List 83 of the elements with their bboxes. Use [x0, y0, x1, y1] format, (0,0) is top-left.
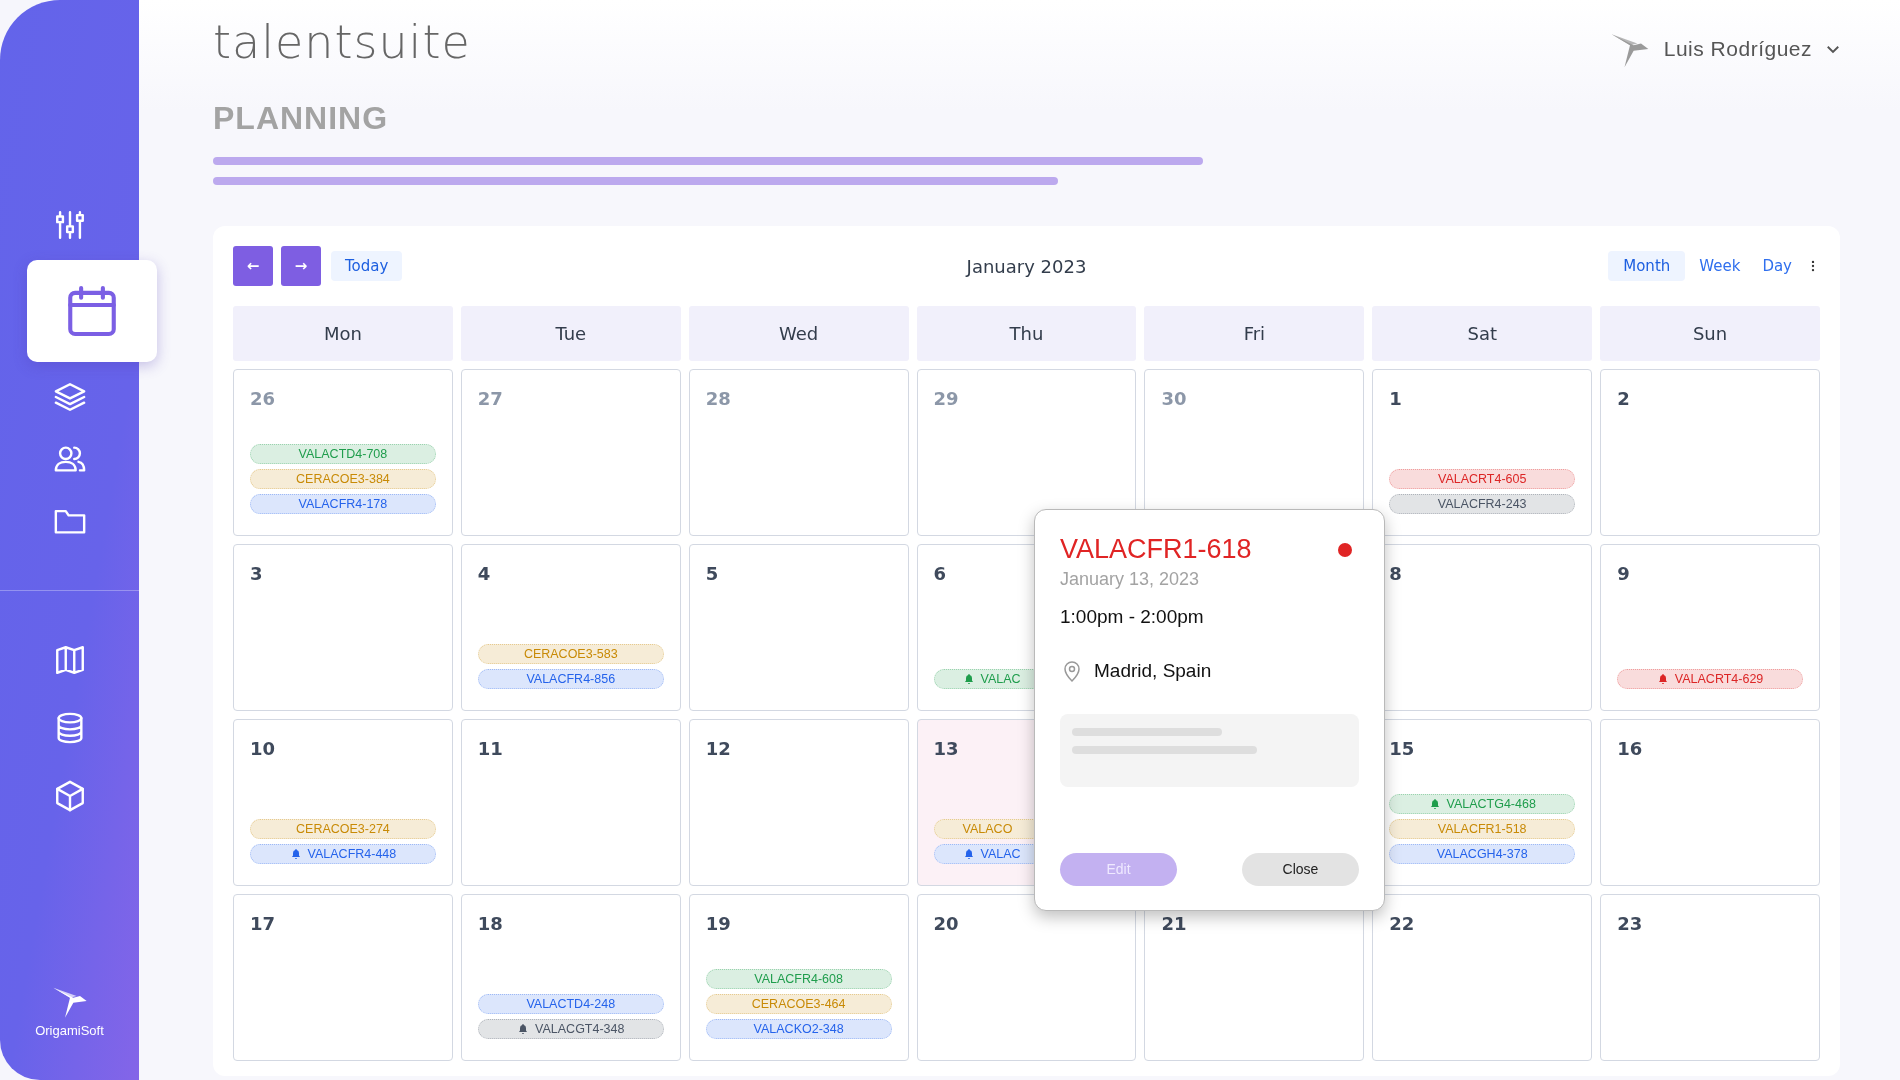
- day-number: 10: [250, 738, 276, 759]
- event-chip[interactable]: VALACGT4-348: [477, 1019, 664, 1039]
- sidebar-item[interactable]: [27, 260, 157, 362]
- day-number: 23: [1617, 913, 1643, 934]
- event-chip[interactable]: CERACOE3-384: [250, 469, 436, 489]
- weekday-header: Sat: [1372, 306, 1593, 361]
- previous-button[interactable]: ←: [233, 246, 273, 286]
- day-cell[interactable]: 10 CERACOE3-274 VALACFR4-448: [233, 719, 453, 886]
- day-cell[interactable]: 3: [233, 544, 453, 711]
- day-cell[interactable]: 27: [460, 369, 681, 536]
- day-number: 15: [1389, 738, 1415, 759]
- day-cell[interactable]: 9 VALACRT4-629: [1600, 544, 1820, 711]
- weekday-header: Tue: [460, 306, 681, 361]
- day-cell[interactable]: 19 VALACFR4-608 CERACOE3-464 VALACKO2-348: [688, 894, 909, 1061]
- event-chip[interactable]: VALACTD4-248: [477, 994, 664, 1014]
- day-number: 2: [1617, 388, 1630, 409]
- day-cell[interactable]: 26 VALACTD4-708 CERACOE3-384 VALACFR4-178: [233, 369, 453, 536]
- day-cell[interactable]: 22: [1372, 894, 1593, 1061]
- event-chip[interactable]: VALACTD4-708: [250, 444, 436, 464]
- event-chip[interactable]: CERACOE3-464: [705, 994, 892, 1014]
- day-number: 3: [250, 563, 263, 584]
- day-number: 13: [933, 738, 959, 759]
- event-chip[interactable]: VALACFR4-243: [1389, 494, 1576, 514]
- day-cell[interactable]: 17: [233, 894, 453, 1061]
- day-number: 1: [1389, 388, 1402, 409]
- day-number: 18: [477, 913, 503, 934]
- day-number: 29: [933, 388, 959, 409]
- day-number: 4: [477, 563, 491, 584]
- day-cell[interactable]: 18 VALACTD4-248 VALACGT4-348: [460, 894, 681, 1061]
- event-chip[interactable]: VALACRT4-629: [1617, 669, 1803, 689]
- day-number: 17: [250, 913, 276, 934]
- weekday-header: Fri: [1144, 306, 1365, 361]
- day-number: 22: [1389, 913, 1415, 934]
- user-name[interactable]: Luis Rodríguez: [1663, 37, 1812, 61]
- day-number: 30: [1161, 388, 1187, 409]
- day-cell[interactable]: 1 VALACRT4-605 VALACFR4-243: [1372, 369, 1593, 536]
- event-chip[interactable]: VALACGH4-378: [1389, 844, 1576, 864]
- day-number: 20: [933, 913, 959, 934]
- view-tab[interactable]: Month: [1608, 251, 1686, 281]
- day-number: 28: [705, 388, 731, 409]
- day-number: 27: [477, 388, 503, 409]
- today-button[interactable]: Today: [331, 251, 403, 281]
- event-chip[interactable]: VALACFR4-448: [250, 844, 436, 864]
- event-chip[interactable]: VALACRT4-605: [1389, 469, 1576, 489]
- day-number: 21: [1161, 913, 1187, 934]
- day-number: 26: [250, 388, 276, 409]
- event-chip[interactable]: VALACTG4-468: [1389, 794, 1576, 814]
- weekday-header: Thu: [916, 306, 1137, 361]
- day-number: 5: [705, 563, 719, 584]
- page-title: PLANNING: [213, 100, 390, 137]
- event-chip[interactable]: VALACFR4-178: [250, 494, 436, 514]
- layers-icon: [52, 380, 87, 414]
- day-cell[interactable]: 5: [688, 544, 909, 711]
- event-chip[interactable]: CERACOE3-583: [477, 644, 664, 664]
- day-number: 9: [1617, 563, 1630, 584]
- day-cell[interactable]: 4 CERACOE3-583 VALACFR4-856: [460, 544, 681, 711]
- weekday-header: Sun: [1600, 306, 1820, 361]
- day-cell[interactable]: 28: [688, 369, 909, 536]
- day-cell[interactable]: 11: [460, 719, 681, 886]
- event-chip[interactable]: VALACFR4-856: [477, 669, 664, 689]
- day-cell[interactable]: 2: [1600, 369, 1820, 536]
- view-tab[interactable]: Week: [1691, 251, 1749, 281]
- close-button[interactable]: Close: [1242, 853, 1359, 886]
- brand-name: OrigamiSoft: [35, 1023, 104, 1038]
- day-number: 8: [1389, 563, 1402, 584]
- weekday-header: Mon: [233, 306, 453, 361]
- event-chip[interactable]: VALACFR1-518: [1389, 819, 1576, 839]
- event-chip[interactable]: CERACOE3-274: [250, 819, 436, 839]
- app-logo: talentsuite: [213, 15, 471, 69]
- event-chip[interactable]: VALACFR4-608: [705, 969, 892, 989]
- day-number: 11: [477, 738, 503, 759]
- day-number: 6: [933, 563, 947, 584]
- view-tab[interactable]: Day: [1754, 251, 1800, 281]
- day-number: 19: [705, 913, 731, 934]
- month-title: January 2023: [966, 255, 1087, 277]
- day-cell[interactable]: 16: [1600, 719, 1820, 886]
- next-button[interactable]: →: [281, 246, 321, 286]
- day-number: 16: [1617, 738, 1643, 759]
- day-cell[interactable]: 12: [688, 719, 909, 886]
- day-number: 12: [705, 738, 731, 759]
- day-cell[interactable]: 23: [1600, 894, 1820, 1061]
- weekday-header: Wed: [688, 306, 909, 361]
- event-chip[interactable]: VALACKO2-348: [705, 1019, 892, 1039]
